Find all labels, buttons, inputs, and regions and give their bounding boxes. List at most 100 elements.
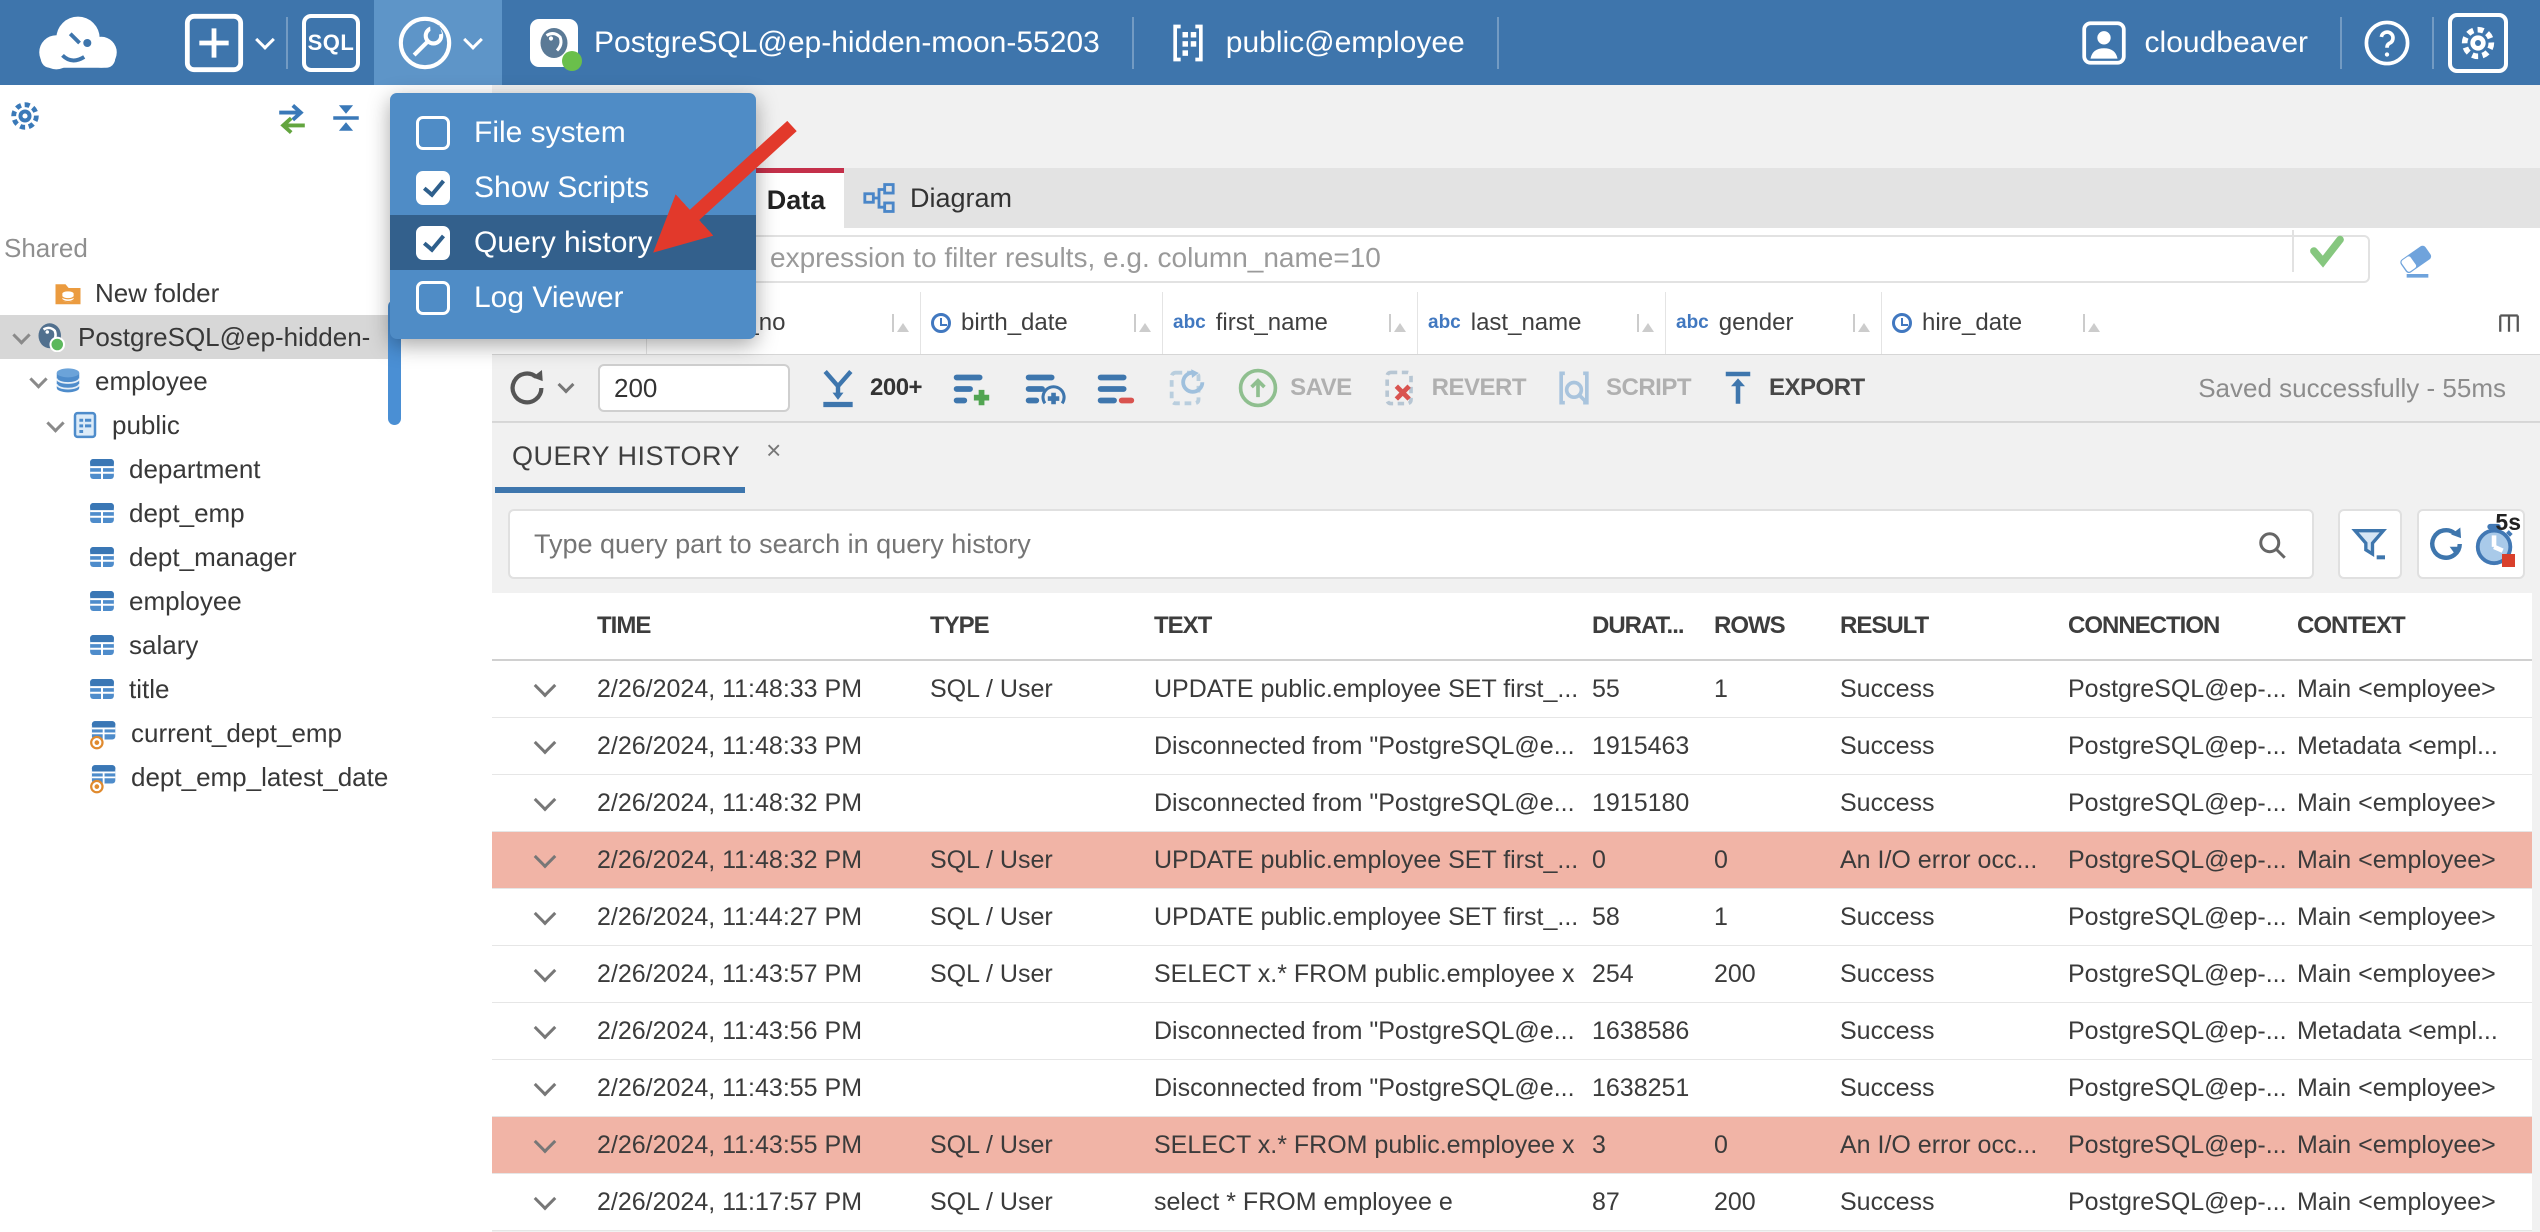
- duplicate-row-button[interactable]: [1020, 365, 1066, 411]
- column-header-first-name[interactable]: abc first_name: [1163, 292, 1418, 354]
- eraser-icon[interactable]: [2392, 240, 2438, 280]
- refresh-button[interactable]: [504, 365, 575, 411]
- refresh-icon[interactable]: [2424, 522, 2468, 566]
- apply-filter-button[interactable]: [2292, 230, 2360, 272]
- sort-icon[interactable]: [1635, 312, 1655, 334]
- chevron-down-icon[interactable]: [492, 845, 597, 869]
- checkbox[interactable]: [416, 170, 450, 205]
- script-button[interactable]: SCRIPT: [1552, 366, 1692, 410]
- tree-item[interactable]: dept_emp_latest_date: [0, 755, 400, 799]
- checkbox[interactable]: [416, 115, 450, 150]
- help-button[interactable]: [2356, 0, 2418, 85]
- menu-item[interactable]: Query history: [390, 215, 756, 270]
- new-connection-button[interactable]: [182, 11, 275, 75]
- sort-icon[interactable]: [2081, 312, 2101, 334]
- menu-item[interactable]: Log Viewer: [390, 270, 756, 325]
- row-limit-input[interactable]: [598, 364, 790, 412]
- history-row[interactable]: 2/26/2024, 11:48:33 PM Disconnected from…: [492, 718, 2532, 775]
- tree-item[interactable]: public: [0, 403, 400, 447]
- sort-icon[interactable]: [1851, 312, 1871, 334]
- chevron-down-icon[interactable]: [23, 369, 53, 389]
- add-row-button[interactable]: [948, 365, 994, 411]
- tab-query-history[interactable]: QUERY HISTORY ×: [512, 435, 782, 472]
- menu-item[interactable]: Show Scripts: [390, 160, 756, 215]
- revert-button[interactable]: REVERT: [1378, 366, 1527, 410]
- history-row[interactable]: 2/26/2024, 11:43:55 PM Disconnected from…: [492, 1060, 2532, 1117]
- navigator-settings-gear-icon[interactable]: [8, 99, 42, 133]
- copy-changes-button[interactable]: [1164, 365, 1210, 411]
- chevron-down-icon[interactable]: [6, 325, 36, 345]
- tree-item[interactable]: employee: [0, 359, 400, 403]
- chevron-down-icon[interactable]: [492, 674, 597, 698]
- active-connection[interactable]: PostgreSQL@ep-hidden-moon-55203: [512, 0, 1118, 85]
- view-tab-bar: Data Diagram: [492, 168, 2540, 228]
- column-header-hire-date[interactable]: hire_date: [1882, 292, 2111, 354]
- chevron-down-icon[interactable]: [492, 1073, 597, 1097]
- save-button[interactable]: SAVE: [1236, 366, 1352, 410]
- tab-data[interactable]: Data: [748, 168, 844, 228]
- column-header-gender[interactable]: abc gender: [1666, 292, 1882, 354]
- tree-item[interactable]: dept_emp: [0, 491, 400, 535]
- history-row[interactable]: 2/26/2024, 11:48:33 PM SQL / User UPDATE…: [492, 661, 2532, 718]
- history-filter-button[interactable]: [2338, 509, 2402, 579]
- chevron-down-icon[interactable]: [492, 731, 597, 755]
- col-connection[interactable]: CONNECTION: [2068, 612, 2297, 640]
- tree-item[interactable]: title: [0, 667, 400, 711]
- chevron-down-icon[interactable]: [492, 1187, 597, 1211]
- checkbox[interactable]: [416, 280, 450, 315]
- tree-item[interactable]: employee: [0, 579, 400, 623]
- tree-item[interactable]: dept_manager: [0, 535, 400, 579]
- table-icon: [87, 586, 117, 616]
- history-row[interactable]: 2/26/2024, 11:43:55 PM SQL / User SELECT…: [492, 1117, 2532, 1174]
- history-row[interactable]: 2/26/2024, 11:43:57 PM SQL / User SELECT…: [492, 946, 2532, 1003]
- checkbox[interactable]: [416, 225, 450, 260]
- export-button[interactable]: EXPORT: [1717, 367, 1865, 409]
- col-result[interactable]: RESULT: [1840, 612, 2068, 640]
- sync-connection-icon[interactable]: [272, 103, 312, 135]
- fetch-more-button[interactable]: 200+: [816, 366, 923, 410]
- tab-diagram[interactable]: Diagram: [852, 168, 1022, 228]
- history-row[interactable]: 2/26/2024, 11:48:32 PM Disconnected from…: [492, 775, 2532, 832]
- tools-menu-button[interactable]: [374, 0, 502, 85]
- tree-item[interactable]: PostgreSQL@ep-hidden-: [0, 315, 400, 359]
- tree-item[interactable]: New folder: [0, 271, 400, 315]
- cell-text: UPDATE public.employee SET first_...: [1154, 674, 1579, 703]
- col-type[interactable]: TYPE: [930, 612, 1154, 640]
- chevron-down-icon[interactable]: [40, 413, 70, 433]
- col-context[interactable]: CONTEXT: [2297, 612, 2532, 640]
- chevron-down-icon[interactable]: [492, 959, 597, 983]
- sort-icon[interactable]: [1132, 312, 1152, 334]
- col-time[interactable]: TIME: [597, 612, 930, 640]
- chevron-down-icon[interactable]: [492, 1130, 597, 1154]
- tree-item[interactable]: current_dept_emp: [0, 711, 400, 755]
- settings-button[interactable]: [2448, 12, 2508, 73]
- column-header-birth-date[interactable]: birth_date: [921, 292, 1163, 354]
- history-row[interactable]: 2/26/2024, 11:44:27 PM SQL / User UPDATE…: [492, 889, 2532, 946]
- chevron-down-icon[interactable]: [492, 788, 597, 812]
- tree-item[interactable]: department: [0, 447, 400, 491]
- history-search-input[interactable]: [508, 509, 2314, 579]
- column-header-last-name[interactable]: abc last_name: [1418, 292, 1666, 354]
- shared-section-label: Shared: [4, 233, 88, 263]
- cell-connection: PostgreSQL@ep-...: [2068, 731, 2287, 760]
- sort-icon[interactable]: [890, 312, 910, 334]
- sort-icon[interactable]: [1387, 312, 1407, 334]
- collapse-all-icon[interactable]: [328, 101, 364, 135]
- history-row[interactable]: 2/26/2024, 11:43:56 PM Disconnected from…: [492, 1003, 2532, 1060]
- history-row[interactable]: 2/26/2024, 11:17:57 PM SQL / User select…: [492, 1174, 2532, 1231]
- chevron-down-icon[interactable]: [492, 902, 597, 926]
- history-row[interactable]: 2/26/2024, 11:48:32 PM SQL / User UPDATE…: [492, 832, 2532, 889]
- query-history-panel: QUERY HISTORY × 5s TIME TYPE TEX: [492, 422, 2540, 1232]
- columns-settings-icon[interactable]: [2494, 308, 2524, 338]
- sql-editor-button[interactable]: SQL: [302, 13, 360, 72]
- menu-item[interactable]: File system: [390, 105, 756, 160]
- schema-selector[interactable]: public@employee: [1148, 0, 1483, 85]
- delete-row-button[interactable]: [1092, 365, 1138, 411]
- chevron-down-icon[interactable]: [492, 1016, 597, 1040]
- col-duration[interactable]: DURAT...: [1592, 612, 1714, 640]
- col-rows[interactable]: ROWS: [1714, 612, 1840, 640]
- tree-item[interactable]: salary: [0, 623, 400, 667]
- close-icon[interactable]: ×: [766, 435, 782, 466]
- col-text[interactable]: TEXT: [1154, 612, 1592, 640]
- user-menu[interactable]: cloudbeaver: [2061, 0, 2326, 85]
